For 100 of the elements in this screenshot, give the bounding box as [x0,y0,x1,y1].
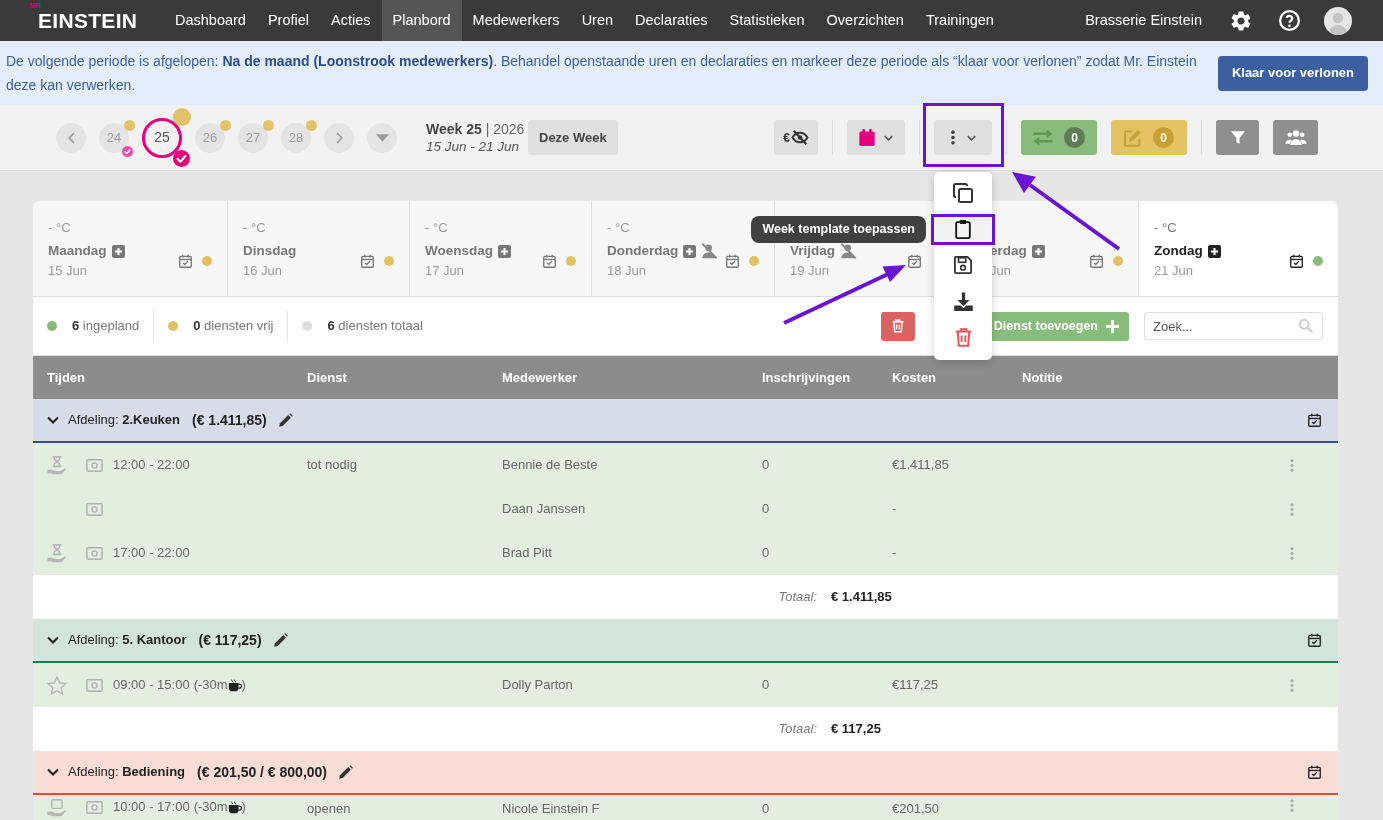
calendar-menu-button[interactable] [847,120,905,155]
pencil-icon[interactable] [273,633,288,647]
temperature: - °C [1154,220,1177,235]
nav-link[interactable]: Acties [320,0,382,41]
caret-down-icon [375,133,389,142]
star-icon [47,675,67,695]
current-week-button[interactable]: Deze Week [528,120,618,155]
nav-link[interactable]: Trainingen [914,0,1005,41]
week-button[interactable]: 25 [142,117,182,158]
calendar-check-icon[interactable] [726,254,739,268]
break-duration-end: ) [241,798,246,817]
calendar-check-icon[interactable] [179,254,192,268]
logo-wordmark[interactable]: EINSTEIN [38,10,138,31]
signup-count: 0 [762,677,770,693]
column-header: Kosten [892,368,938,387]
shift-row[interactable]: 10:00 - 17:00 (-30m ) openen Nicole Einstein F 0 €201,50 [33,795,1338,820]
shift-row[interactable]: Daan Janssen 0 - [33,487,1338,531]
column-header: Medewerker [502,368,579,387]
menu-item[interactable] [934,175,992,211]
department-header[interactable]: Afdeling: Bediening (€ 201,50 / € 800,00) [33,751,1338,793]
chevron-down-icon[interactable] [47,768,59,776]
pencil-icon[interactable] [339,765,354,779]
calendar-check-icon[interactable] [543,254,556,268]
shift-row[interactable]: 12:00 - 22:00 tot nodig Bennie de Beste 0 €1.411,85 [33,443,1338,487]
swap-requests-button[interactable]: 0 [1021,120,1097,155]
calendar-check-icon[interactable] [1308,633,1321,647]
nav-link[interactable]: Medewerkers [461,0,571,41]
calendar-check-icon[interactable] [1090,254,1103,268]
day-header[interactable]: - °C Dinsdag 16 Jun [228,201,410,297]
department-total: (€ 117,25) [198,630,262,650]
calendar-check-icon[interactable] [361,254,374,268]
help-icon[interactable] [1279,10,1300,31]
count-badge: 0 [1153,127,1174,148]
signup-count: 0 [762,501,770,517]
nav-link[interactable]: Declaraties [624,0,719,41]
shift-row[interactable]: 09:00 - 15:00 (-30m ) Dolly Parton 0 €117,25 [33,663,1338,707]
avatar-icon[interactable] [1324,6,1352,35]
department-header[interactable]: Afdeling: 2.Keuken (€ 1.411,85) [33,399,1338,441]
employee-name: Dolly Parton [502,677,573,693]
nav-link[interactable]: Profiel [256,0,321,41]
chevron-down-icon[interactable] [47,636,59,644]
hide-costs-button[interactable]: € [774,120,818,155]
nav-link[interactable]: Dashboard [164,0,257,41]
nav-link[interactable]: Statistieken [718,0,816,41]
shift-row[interactable]: 17:00 - 22:00 Brad Pitt 0 - [33,531,1338,575]
nav-link[interactable]: Planbord [381,0,462,41]
column-header: Notitie [1022,368,1064,387]
pencil-icon[interactable] [278,413,293,427]
day-date: 19 Jun [790,262,831,280]
coffee-icon [227,800,242,814]
shift-time: 17:00 - 22:00 [113,544,190,563]
day-name: Donderdag [607,241,679,260]
shift-time: 10:00 - 17:00 [113,798,190,817]
calendar-check-icon[interactable] [908,254,921,268]
temperature: - °C [425,220,448,235]
shift-cost: - [892,501,897,517]
search-field[interactable]: Zoek... [1144,312,1323,340]
delete-button[interactable] [880,311,915,341]
signup-count: 0 [762,545,770,561]
nav-link[interactable]: Overzichten [815,0,915,41]
menu-item[interactable] [934,211,992,247]
chevron-down-icon [884,134,893,141]
chevron-down-icon[interactable] [47,416,59,424]
service-name: openen [307,801,351,816]
swap-arrows-icon [1033,129,1053,146]
service-name: tot nodig [307,457,357,473]
plus-icon [1106,319,1119,333]
temperature: - °C [48,220,71,235]
break-duration: (-30m [193,798,228,817]
more-options-button[interactable] [934,120,992,155]
week-dropdown-button[interactable] [367,122,397,153]
summary-count: 6 diensten totaal [327,317,423,336]
menu-item[interactable] [934,247,992,283]
hourglass-hand-icon [47,543,67,563]
search-icon [1299,319,1313,333]
banknote-icon [86,678,103,692]
calendar-icon [859,129,875,146]
day-name: Zondag [1154,241,1203,260]
company-name[interactable]: Brasserie Einstein [1085,9,1202,32]
ready-for-payroll-button[interactable]: Klaar voor verlonen [1217,55,1368,91]
department-header[interactable]: Afdeling: 5. Kantoor (€ 117,25) [33,619,1338,661]
temperature: - °C [607,220,630,235]
day-header[interactable]: - °C Maandag 15 Jun [33,201,228,297]
day-name: Maandag [48,241,107,260]
filter-button[interactable] [1216,120,1259,155]
total-amount: € 117,25 [831,720,881,739]
day-header[interactable]: - °C Woensdag 17 Jun [410,201,592,297]
temperature: - °C [243,220,266,235]
column-header: Tijden [47,368,87,387]
employees-button[interactable] [1273,120,1318,155]
day-date: Jun [990,262,1012,280]
nav-link[interactable]: Uren [570,0,625,41]
calendar-check-icon[interactable] [1290,254,1303,268]
day-header[interactable]: - °C Zondag 21 Jun [1139,201,1338,297]
calendar-check-icon[interactable] [1308,765,1321,779]
banknote-icon [86,502,103,516]
calendar-check-icon[interactable] [1308,413,1321,427]
employee-name: Daan Janssen [502,501,586,517]
plus-square-icon[interactable] [1207,244,1221,258]
settings-icon[interactable] [1231,10,1251,31]
